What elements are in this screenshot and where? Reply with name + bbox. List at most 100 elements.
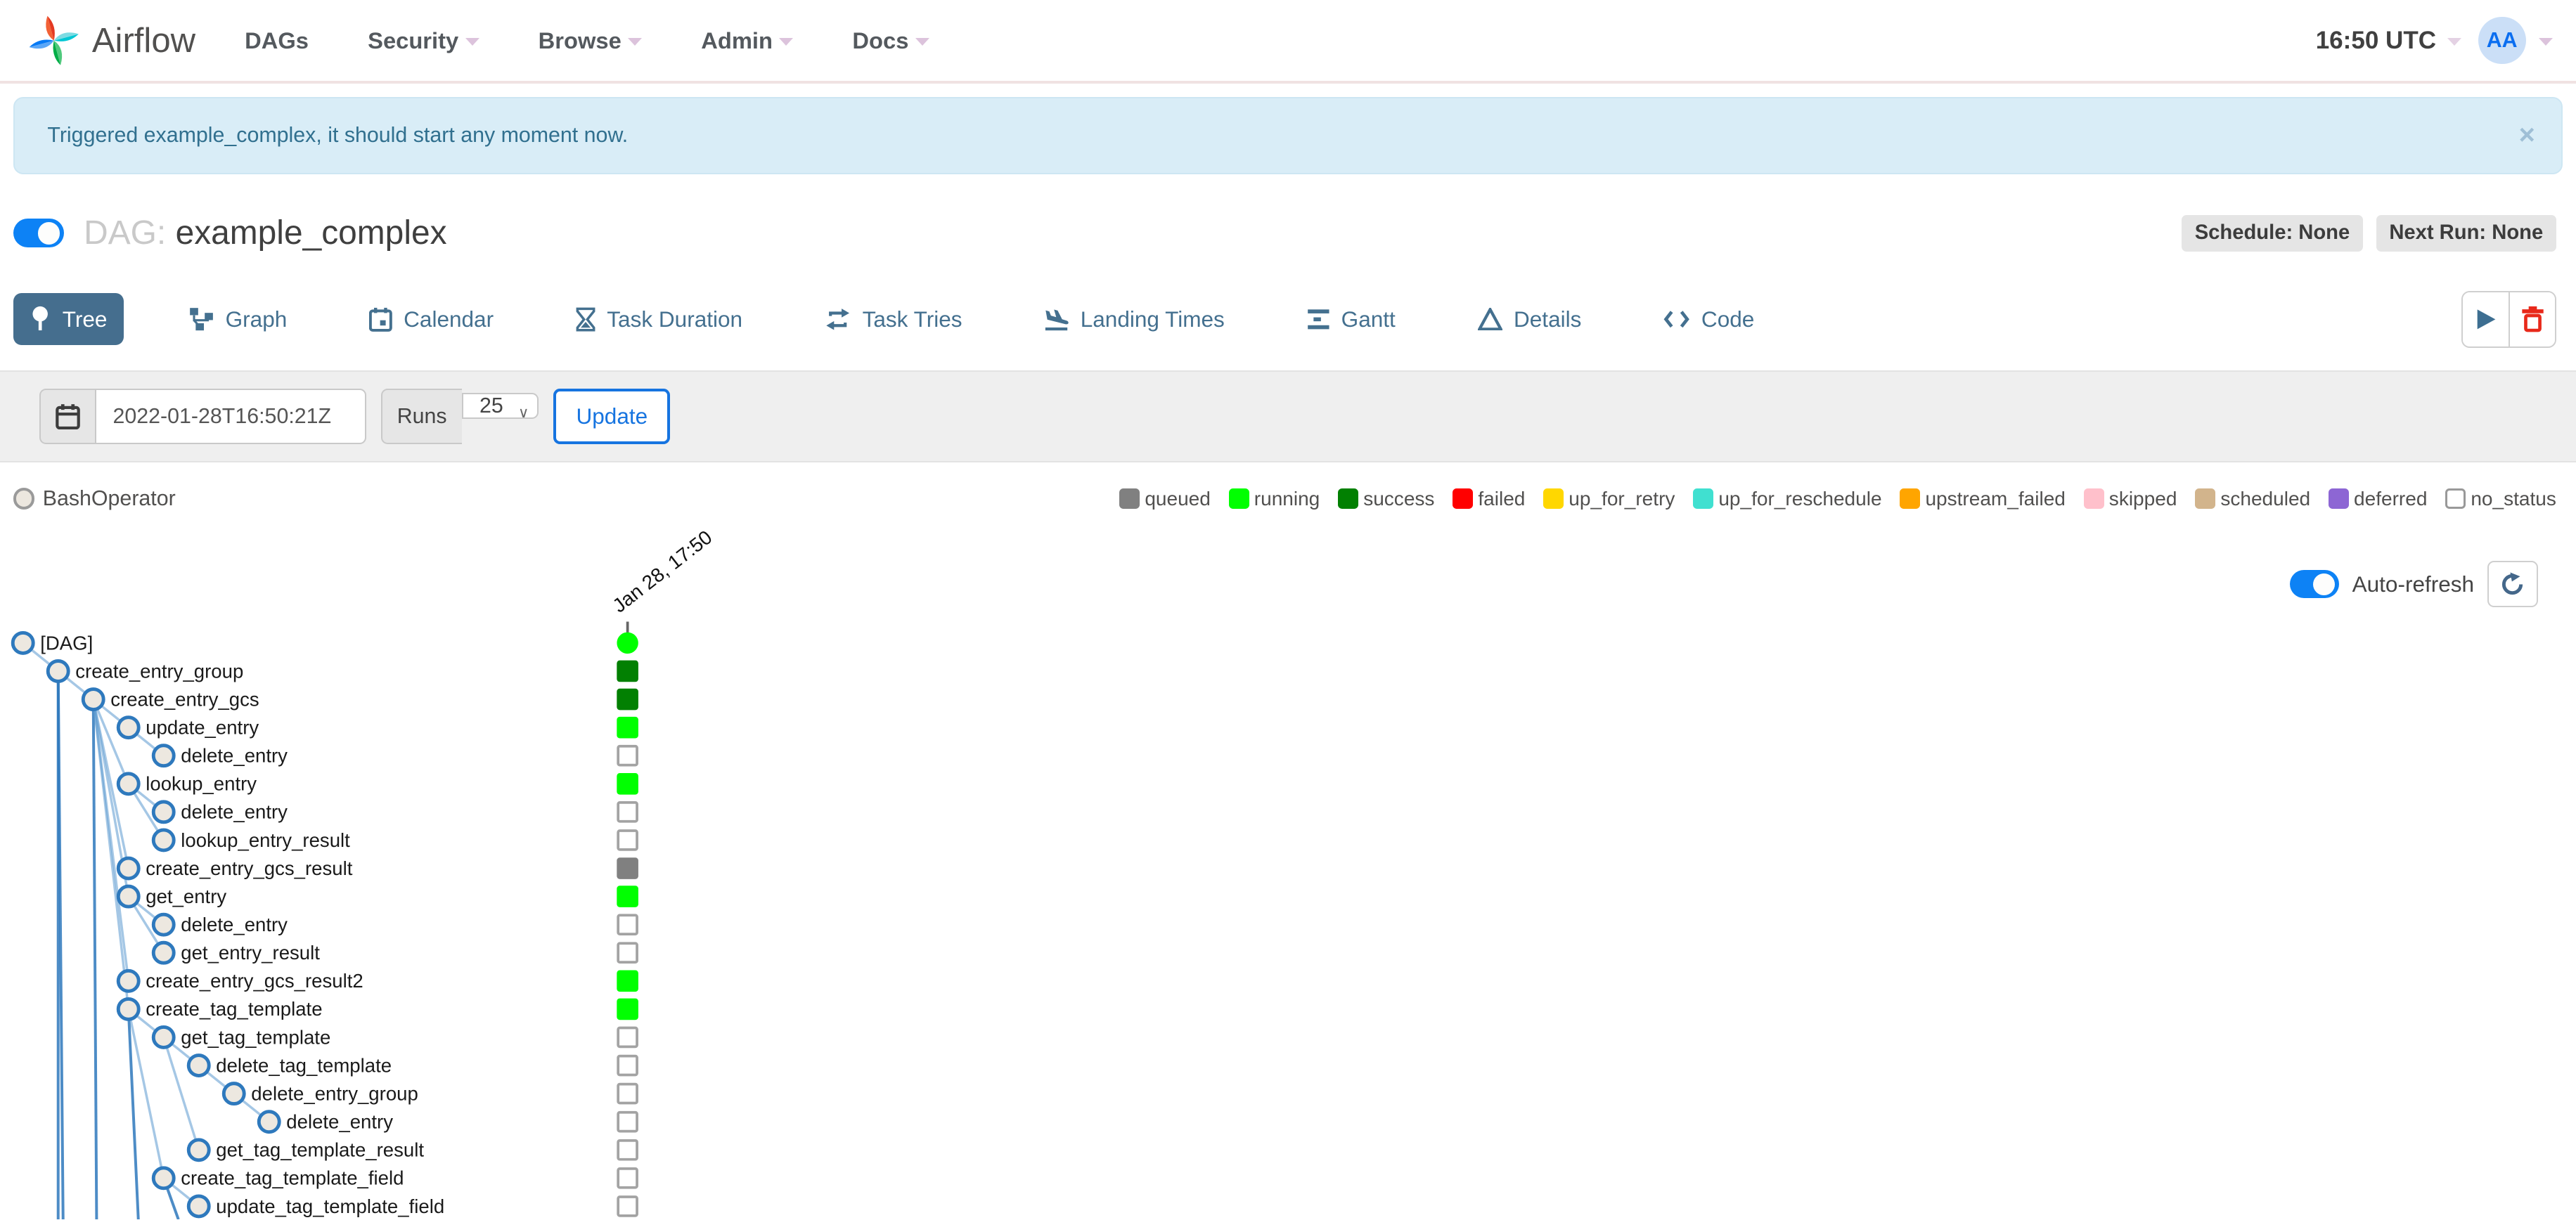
task-label: create_entry_gcs_result2 [146, 970, 363, 992]
operator-label: BashOperator [42, 486, 176, 510]
code-brackets-icon [1663, 309, 1690, 330]
task-status-square-running[interactable] [617, 998, 638, 1020]
task-status-square-no_status[interactable] [617, 1195, 638, 1218]
auto-refresh-toggle[interactable] [2289, 570, 2339, 598]
user-menu[interactable]: AA [2478, 16, 2554, 65]
task-node-get_tag_template_result[interactable] [186, 1138, 211, 1162]
nav-item-security[interactable]: Security [368, 27, 479, 54]
task-status-square-no_status[interactable] [617, 1055, 638, 1077]
task-status-square-no_status[interactable] [617, 1167, 638, 1189]
status-label: failed [1478, 487, 1526, 510]
task-status-square-no_status[interactable] [617, 801, 638, 823]
nav-item-docs[interactable]: Docs [852, 27, 929, 54]
task-node-create_entry_gcs[interactable] [81, 687, 105, 712]
tree-graph: Jan 28, 17:50 [DAG] create_entry_groupcrea… [11, 526, 716, 1220]
nav-item-dags[interactable]: DAGs [245, 27, 309, 54]
status-legend-upstream_failed: upstream_failed [1900, 488, 2066, 510]
status-swatch [1337, 488, 1359, 510]
task-node-create_entry_gcs_result2[interactable] [116, 969, 141, 994]
top-navbar: Airflow DAGs Security Browse Admin Docs 16:5… [0, 0, 2576, 84]
task-label: lookup_entry_result [181, 829, 350, 851]
view-tabs-row: Tree Graph Calendar Task Duration Task Tries… [13, 290, 2556, 348]
task-label: delete_entry [181, 801, 288, 823]
task-node-delete_entry[interactable] [151, 744, 176, 768]
tab-task-duration[interactable]: Task Duration [560, 293, 759, 345]
task-node-lookup_entry[interactable] [116, 772, 141, 796]
run-column-header[interactable]: Jan 28, 17:50 [609, 526, 716, 617]
task-node-DAG[interactable] [11, 631, 35, 656]
tab-code[interactable]: Code [1647, 293, 1771, 345]
run-status-circle-running[interactable] [617, 633, 638, 654]
task-status-square-no_status[interactable] [617, 1111, 638, 1133]
calendar-addon[interactable] [39, 389, 96, 445]
tab-label: Graph [225, 306, 288, 332]
dag-pause-toggle[interactable] [13, 219, 65, 248]
status-label: success [1363, 487, 1435, 510]
task-node-get_entry[interactable] [116, 884, 141, 909]
task-node-create_tag_template_field[interactable] [151, 1166, 176, 1191]
task-node-update_entry[interactable] [116, 715, 141, 740]
close-icon[interactable]: × [2519, 121, 2535, 150]
task-node-create_entry_gcs_result[interactable] [116, 856, 141, 881]
refresh-button[interactable] [2487, 561, 2539, 607]
status-swatch [1228, 488, 1249, 510]
tab-tree[interactable]: Tree [13, 292, 124, 346]
task-node-create_entry_group[interactable] [46, 659, 70, 684]
status-swatch [1453, 488, 1474, 510]
task-status-square-no_status[interactable] [617, 745, 638, 767]
task-status-square-no_status[interactable] [617, 914, 638, 936]
task-status-square-no_status[interactable] [617, 1026, 638, 1049]
task-node-get_tag_template[interactable] [151, 1025, 176, 1050]
tab-landing-times[interactable]: Landing Times [1028, 293, 1241, 345]
task-status-square-no_status[interactable] [617, 942, 638, 964]
task-node-get_entry_result[interactable] [151, 941, 176, 965]
task-label: create_entry_gcs_result [146, 857, 352, 879]
base-date-input[interactable] [95, 389, 366, 445]
task-status-square-success[interactable] [617, 689, 638, 711]
task-status-square-success[interactable] [617, 660, 638, 682]
calendar-icon [56, 404, 80, 430]
task-node-delete_tag_template[interactable] [186, 1053, 211, 1078]
trigger-dag-button[interactable] [2463, 292, 2509, 346]
task-node-create_tag_template[interactable] [116, 997, 141, 1022]
task-label: delete_tag_template [216, 1055, 392, 1077]
status-label: scheduled [2220, 487, 2311, 510]
status-swatch [1543, 488, 1564, 510]
tab-gantt[interactable]: Gantt [1290, 293, 1412, 345]
task-status-square-no_status[interactable] [617, 1083, 638, 1105]
trash-icon [2522, 306, 2544, 332]
task-node-lookup_entry_result[interactable] [151, 828, 176, 852]
task-node-delete_entry[interactable] [151, 913, 176, 937]
task-node-delete_entry_group[interactable] [221, 1082, 246, 1106]
task-label: get_tag_template_result [216, 1139, 424, 1161]
task-status-square-running[interactable] [617, 970, 638, 992]
tab-label: Landing Times [1080, 306, 1225, 332]
tab-graph[interactable]: Graph [173, 293, 304, 345]
task-status-square-running[interactable] [617, 717, 638, 739]
airflow-logo[interactable]: Airflow [26, 13, 195, 68]
task-node-update_tag_template_field[interactable] [186, 1194, 211, 1219]
refresh-icon [2502, 572, 2523, 595]
task-status-square-running[interactable] [617, 886, 638, 908]
trigger-alert-banner: Triggered example_complex, it should sta… [13, 96, 2563, 174]
airflow-app: Airflow DAGs Security Browse Admin Docs 16:5… [0, 0, 2576, 1232]
task-status-square-no_status[interactable] [617, 829, 638, 852]
task-status-square-no_status[interactable] [617, 1139, 638, 1161]
task-label: create_entry_gcs [110, 689, 259, 711]
num-runs-select[interactable]: 25 [461, 393, 539, 420]
task-node-delete_entry[interactable] [257, 1110, 281, 1134]
update-button[interactable]: Update [553, 389, 671, 445]
task-status-square-running[interactable] [617, 773, 638, 795]
task-status-square-queued[interactable] [617, 857, 638, 880]
tab-calendar[interactable]: Calendar [353, 293, 510, 345]
delete-dag-button[interactable] [2509, 292, 2555, 346]
retry-arrows-icon [825, 308, 851, 331]
clock-dropdown[interactable]: 16:50 UTC [2316, 27, 2462, 55]
nav-item-browse[interactable]: Browse [539, 27, 643, 54]
nav-item-admin[interactable]: Admin [701, 27, 794, 54]
tab-details[interactable]: Details [1461, 293, 1598, 345]
tab-task-tries[interactable]: Task Tries [809, 293, 979, 345]
task-label: delete_entry [286, 1111, 393, 1133]
tree-edge [127, 1009, 140, 1220]
task-node-delete_entry[interactable] [151, 800, 176, 824]
